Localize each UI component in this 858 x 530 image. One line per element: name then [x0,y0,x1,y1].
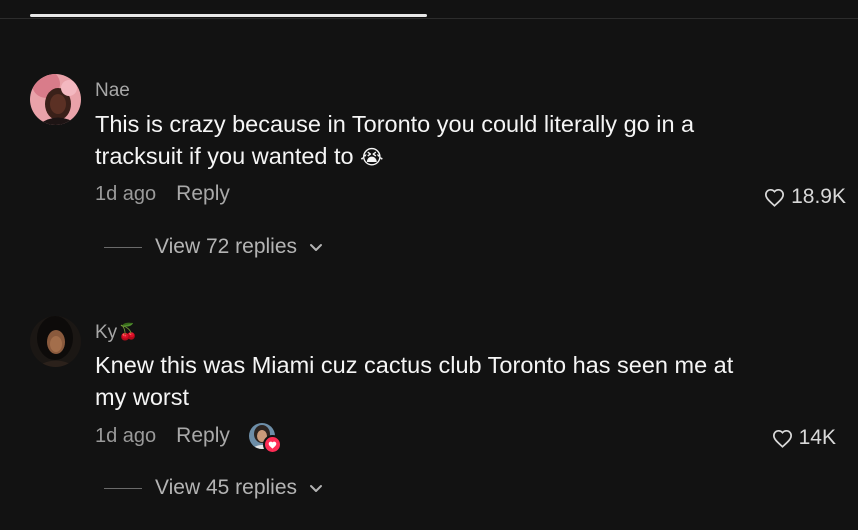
creator-liked-indicator [248,423,282,454]
comment-text: Knew this was Miami cuz cactus club Toro… [95,352,734,410]
crying-emoji: 😭 [360,147,384,169]
divider-line [104,246,142,248]
active-tab-indicator [30,14,427,17]
like-count: 14K [798,426,836,449]
user-avatar[interactable] [30,74,81,125]
chevron-down-icon [310,484,323,492]
user-avatar[interactable] [30,316,81,367]
tab-bar [0,0,858,19]
comment-timestamp: 1d ago [95,182,157,205]
like-button[interactable]: 18.9K [764,185,846,209]
comment-timestamp: 1d ago [95,424,157,447]
view-replies-button[interactable]: View 45 replies [104,476,323,500]
comment-text: This is crazy because in Toronto you cou… [95,111,695,169]
reply-button[interactable]: Reply [176,182,230,206]
divider-line [104,487,142,489]
heart-outline-icon [765,188,785,207]
comment-username[interactable]: Ky🍒 [95,322,138,344]
chevron-down-icon [310,243,323,251]
heart-outline-icon [772,429,792,448]
comment-meta: 1d ago Reply [95,182,230,206]
cherry-emoji: 🍒 [118,324,139,341]
comment-meta: 1d ago Reply [95,423,282,454]
comment-username[interactable]: Nae [95,80,131,102]
reply-button[interactable]: Reply [176,424,230,448]
heart-badge-icon [262,435,282,454]
like-count: 18.9K [791,185,846,208]
like-button[interactable]: 14K [772,426,836,450]
view-replies-button[interactable]: View 72 replies [104,235,323,259]
